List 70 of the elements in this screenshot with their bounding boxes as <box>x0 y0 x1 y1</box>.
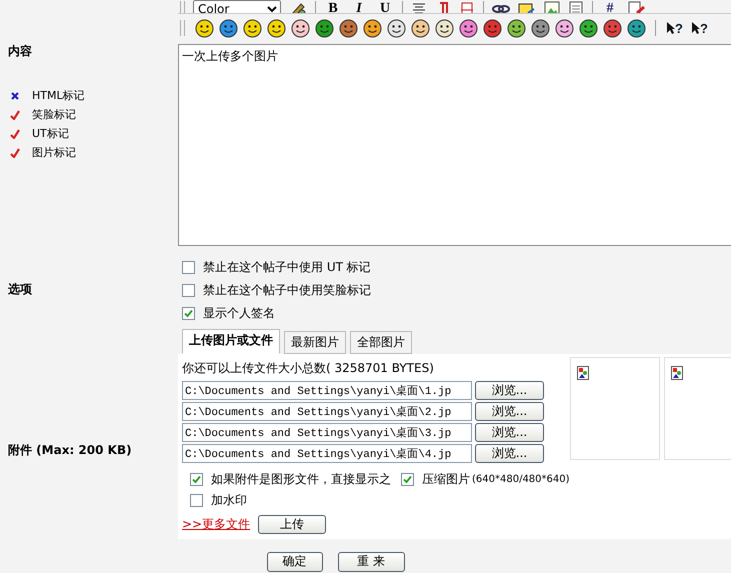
checkbox[interactable] <box>190 472 203 486</box>
markup-status-label: HTML标记 <box>32 88 85 104</box>
more-files-link[interactable]: >>更多文件 <box>182 516 250 533</box>
color-select[interactable]: Color <box>193 0 281 13</box>
checkbox-label: 如果附件是图形文件，直接显示之 <box>211 470 391 488</box>
broken-image-icon <box>576 366 589 380</box>
smiley-icon[interactable] <box>315 18 334 38</box>
smiley-icon[interactable] <box>195 18 214 38</box>
upload-quota-text: 你还可以上传文件大小总数( 3258701 BYTES) <box>182 360 435 377</box>
browse-button[interactable]: 浏览... <box>475 444 544 463</box>
smiley-icon[interactable] <box>579 18 598 38</box>
checkbox[interactable] <box>190 494 203 507</box>
smiley-icon[interactable] <box>531 18 550 38</box>
image-icon[interactable] <box>544 1 560 13</box>
tab[interactable]: 最新图片 <box>284 330 346 354</box>
reset-button[interactable]: 重 来 <box>338 552 404 572</box>
broken-image-icon <box>670 366 683 380</box>
file-path-field[interactable]: C:\Documents and Settings\yanyi\桌面\4.jp <box>182 444 472 463</box>
checkbox-label: 禁止在这个帖子中使用 UT 标记 <box>203 259 371 276</box>
smiley-icon[interactable] <box>243 18 262 38</box>
document-icon[interactable] <box>568 1 584 13</box>
tab[interactable]: 上传图片或文件 <box>182 328 280 354</box>
help-button[interactable]: ? <box>690 20 708 36</box>
edit-note-icon[interactable] <box>627 1 645 13</box>
checkbox[interactable] <box>182 284 195 298</box>
smiley-icon[interactable] <box>603 18 622 38</box>
confirm-button[interactable]: 确定 <box>266 552 322 572</box>
smiley-icon[interactable] <box>339 18 358 38</box>
hash-button[interactable]: # <box>601 1 619 13</box>
section-label: 附件 (Max: 200 KB) <box>7 442 132 460</box>
smiley-icon[interactable] <box>459 18 478 38</box>
tab[interactable]: 全部图片 <box>350 330 412 354</box>
checkbox[interactable] <box>182 261 195 274</box>
align-center-icon[interactable] <box>411 1 427 13</box>
browse-button[interactable]: 浏览... <box>475 380 544 400</box>
smiley-icon[interactable] <box>267 18 286 38</box>
checkbox-label: 显示个人签名 <box>203 305 275 322</box>
checkbox[interactable] <box>182 307 195 320</box>
compress-size-note: (640*480/480*640) <box>472 474 570 485</box>
smiley-icon[interactable] <box>507 18 526 38</box>
smiley-icon[interactable] <box>291 18 310 38</box>
markup-status-label: UT标记 <box>32 126 69 142</box>
checkbox-label: 禁止在这个帖子中使用笑脸标记 <box>203 282 371 300</box>
email-icon[interactable] <box>518 1 536 13</box>
smiley-icon[interactable] <box>219 18 238 38</box>
help-button[interactable]: ? <box>666 20 683 36</box>
checkbox[interactable] <box>401 472 414 486</box>
file-path-field[interactable]: C:\Documents and Settings\yanyi\桌面\3.jp <box>182 422 472 442</box>
file-path-field[interactable]: C:\Documents and Settings\yanyi\桌面\2.jp <box>182 402 472 421</box>
upload-button[interactable]: 上传 <box>258 514 326 534</box>
smiley-icon[interactable] <box>483 18 502 38</box>
browse-button[interactable]: 浏览... <box>475 422 544 442</box>
italic-button[interactable]: I <box>350 1 368 13</box>
smiley-icon[interactable] <box>555 18 574 38</box>
smiley-icon[interactable] <box>627 18 646 38</box>
smiley-icon[interactable] <box>363 18 382 38</box>
section-label: 选项 <box>7 280 32 298</box>
browse-button[interactable]: 浏览... <box>475 402 544 421</box>
smiley-icon[interactable] <box>435 18 454 38</box>
underline-button[interactable]: U <box>376 1 394 13</box>
message-field[interactable]: 一次上传多个图片 <box>178 44 731 246</box>
markup-status-label: 图片标记 <box>32 145 76 160</box>
section-label: 内容 <box>7 43 33 60</box>
checkbox-label: 压缩图片 <box>422 470 470 488</box>
markup-status-label: 笑脸标记 <box>32 107 76 122</box>
bold-button[interactable]: B <box>324 1 342 13</box>
smiley-icon[interactable] <box>411 18 430 38</box>
checkbox-label: 加水印 <box>211 492 247 509</box>
smiley-icon[interactable] <box>387 18 406 38</box>
file-path-field[interactable]: C:\Documents and Settings\yanyi\桌面\1.jp <box>182 380 472 400</box>
